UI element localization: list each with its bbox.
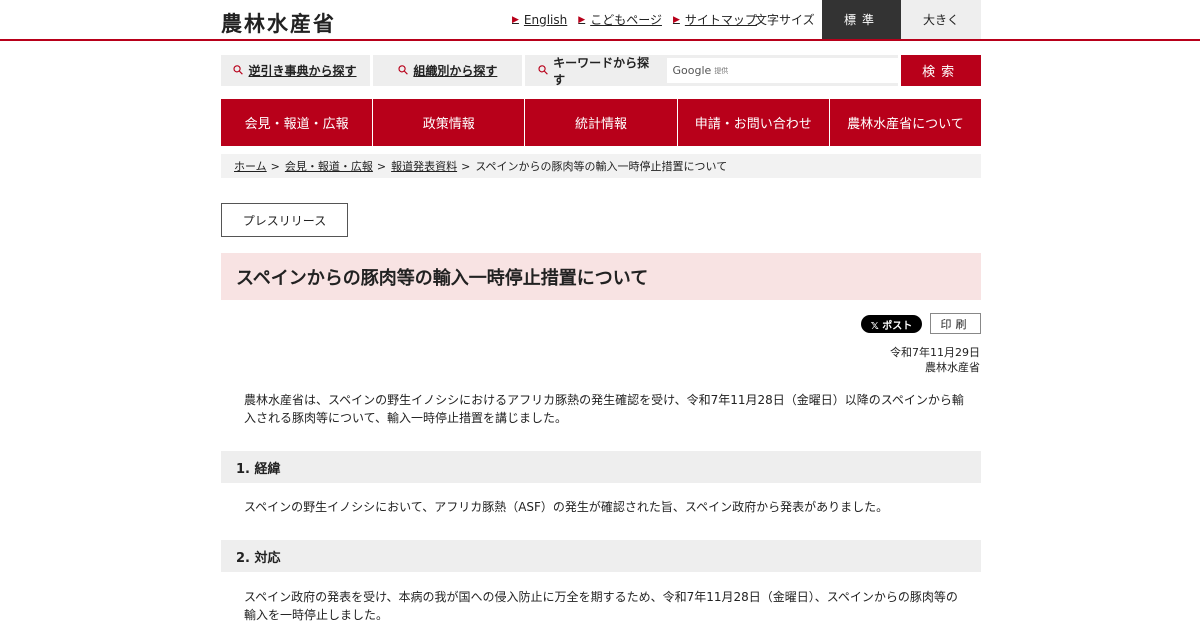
share-tools: 𝕏 ポスト 印刷 [861,313,981,334]
intro-text: 農林水産省は、スペインの野生イノシシにおけるアフリカ豚熱の発生確認を受け、令和7… [244,393,964,425]
x-post-button[interactable]: 𝕏 ポスト [861,315,922,333]
search-icon: ⚲ [230,61,248,80]
breadcrumb-releases[interactable]: 報道発表資料 [391,158,457,174]
link-english-label: English [523,12,568,27]
link-sitemap[interactable]: ▶ サイトマップ [673,11,757,28]
reverse-lookup-search[interactable]: ⚲ 逆引き事典から探す [221,55,370,86]
search-bar: ⚲ 逆引き事典から探す ⚲ 組織別から探す ⚲ キーワードから探す Google 提供 … [221,55,982,87]
nav-application[interactable]: 申請・お問い合わせ [678,99,830,146]
top-links: ▶ English ▶ こどもページ ▶ サイトマップ [512,11,757,28]
chevron-right-icon: ▶ [512,14,519,25]
nav-policy[interactable]: 政策情報 [373,99,526,146]
keyword-search: ⚲ キーワードから探す Google 提供 [524,55,899,87]
keyword-search-label: キーワードから探す [553,55,650,87]
section-text-response: スペイン政府の発表を受け、本病の我が国への侵入防止に万全を期するため、令和7年1… [244,590,958,622]
section-heading-background: 1. 経緯 [221,451,981,483]
release-date: 令和7年11月29日 [890,346,980,359]
release-meta: 令和7年11月29日 農林水産省 [890,345,980,375]
fontsize-standard-button[interactable]: 標準 [822,0,902,39]
chevron-right-icon: ▶ [672,14,680,25]
breadcrumb-separator: > [376,159,387,173]
search-icon: ⚲ [534,61,553,80]
nav-press[interactable]: 会見・報道・広報 [221,99,374,146]
nav-statistics[interactable]: 統計情報 [525,99,678,146]
section-heading-response: 2. 対応 [221,540,981,572]
breadcrumb: ホーム > 会見・報道・広報 > 報道発表資料 > スペインからの豚肉等の輸入一時停止… [221,154,981,178]
search-input[interactable]: Google 提供 [666,58,899,83]
global-nav: 会見・報道・広報 政策情報 統計情報 申請・お問い合わせ 農林水産省について [221,99,981,146]
breadcrumb-current: スペインからの豚肉等の輸入一時停止措置について [475,160,728,173]
category-label: プレスリリース [221,203,348,237]
release-ministry: 農林水産省 [925,361,980,374]
breadcrumb-separator: > [270,159,280,173]
site-logo[interactable]: 農林水産省 [221,8,336,38]
print-button[interactable]: 印刷 [930,313,981,334]
link-sitemap-label: サイトマップ [684,13,757,27]
org-search[interactable]: ⚲ 組織別から探す [372,55,522,86]
section-text-background: スペインの野生イノシシにおいて、アフリカ豚熱（ASF）の発生が確認された旨、スペ… [244,500,889,514]
link-english[interactable]: ▶ English [512,11,567,28]
site-header: 農林水産省 ▶ English ▶ こどもページ ▶ サイトマップ 文字サイズ 標準 … [0,0,1200,41]
fontsize-label: 文字サイズ [755,13,815,27]
fontsize-large-button[interactable]: 大きく [901,0,981,39]
org-search-link[interactable]: 組織別から探す [413,62,497,79]
google-label: Google [672,64,712,77]
search-button[interactable]: 検索 [901,55,982,86]
search-icon: ⚲ [394,61,413,80]
breadcrumb-home[interactable]: ホーム [234,158,267,174]
chevron-right-icon: ▶ [578,14,586,25]
nav-about[interactable]: 農林水産省について [830,99,981,146]
page-title: スペインからの豚肉等の輸入一時停止措置について [221,253,981,300]
google-provided-label: 提供 [714,66,729,75]
breadcrumb-separator: > [461,159,471,173]
link-kids-label: こどもページ [590,13,662,27]
link-kids[interactable]: ▶ こどもページ [578,11,662,28]
breadcrumb-press[interactable]: 会見・報道・広報 [285,158,373,174]
reverse-lookup-link[interactable]: 逆引き事典から探す [249,62,357,79]
